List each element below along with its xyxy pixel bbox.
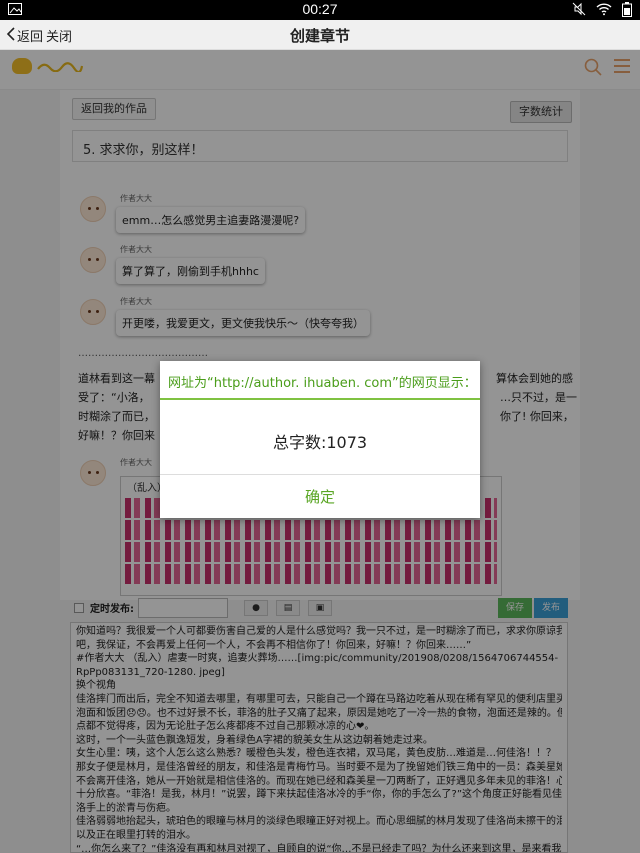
- page-title: 创建章节: [289, 27, 350, 45]
- dialog-message: 总字数:1073: [160, 400, 480, 475]
- wifi-icon: [596, 2, 612, 21]
- title-bar: 返回 关闭 创建章节: [0, 20, 640, 50]
- status-bar: 00:27: [0, 0, 640, 20]
- ok-button[interactable]: 确定: [160, 475, 480, 516]
- mute-icon: [572, 2, 586, 21]
- battery-icon: [622, 2, 632, 21]
- dialog-title: 网址为“http://author. ihuaben. com”的网页显示：: [160, 361, 480, 400]
- status-time: 00:27: [302, 1, 338, 17]
- alert-dialog: 网址为“http://author. ihuaben. com”的网页显示： 总…: [160, 361, 480, 518]
